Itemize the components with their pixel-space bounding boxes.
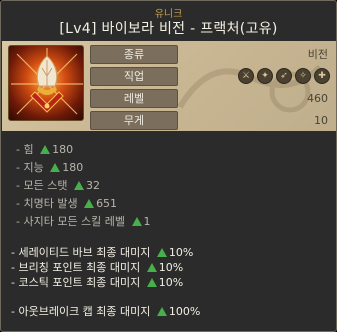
info-row-type: 종류 비전: [90, 45, 336, 64]
bonus-line: - 브리칭 포인트 최종 대미지 10%: [11, 260, 331, 275]
bonus-value: 10%: [168, 246, 194, 259]
increase-icon: [73, 181, 84, 190]
increase-icon: [146, 263, 157, 272]
info-row-job: 직업 ⚔ ✦ ➶ ✧ ✚: [90, 67, 336, 86]
stat-value: 1: [143, 215, 151, 228]
increase-icon: [50, 163, 61, 172]
stat-value: 180: [62, 161, 84, 174]
stat-line: - 힘 180: [16, 141, 326, 159]
stat-label: - 치명타 발생: [16, 197, 78, 210]
stat-value: 180: [52, 143, 74, 156]
info-label: 레벨: [90, 89, 178, 108]
bonus-label: - 브리칭 포인트 최종 대미지: [11, 261, 141, 274]
bonus-value: 100%: [168, 305, 201, 318]
info-row-weight: 무게 10: [90, 111, 336, 130]
stat-label: - 모든 스탯: [16, 179, 68, 192]
item-image: [8, 45, 84, 121]
mage-icon: ✦: [257, 68, 273, 84]
info-value: 10: [314, 114, 328, 127]
bonus-line: - 세레이티드 바브 최종 대미지 10%: [11, 245, 331, 260]
stat-label: - 지능: [16, 161, 44, 174]
increase-icon: [40, 145, 51, 154]
info-row-level: 레벨 460: [90, 89, 336, 108]
bonus-label: - 아웃브레이크 캡 최종 대미지: [11, 305, 151, 318]
bonus-line: - 코스틱 포인트 최종 대미지 10%: [11, 275, 331, 290]
archer-icon: ➶: [276, 68, 292, 84]
class-icons: ⚔ ✦ ➶ ✧ ✚: [238, 68, 330, 84]
stat-line: - 모든 스탯 32: [16, 177, 326, 195]
bonus-line: - 아웃브레이크 캡 최종 대미지 100%: [11, 304, 331, 319]
stat-label: - 힘: [16, 143, 34, 156]
stat-line: - 사지타 모든 스킬 레벨 1: [16, 213, 326, 231]
bonus-label: - 세레이티드 바브 최종 대미지: [11, 246, 151, 259]
item-tooltip: 유니크 [Lv4] 바이보라 비전 - 프랙처(고유) 종류 비전 직업 ⚔ ✦…: [0, 0, 337, 332]
stat-list: - 힘 180 - 지능 180 - 모든 스탯 32 - 치명타 발생 651…: [16, 141, 326, 231]
info-value: 비전: [307, 48, 328, 61]
increase-icon: [131, 217, 142, 226]
stat-value: 651: [96, 197, 118, 210]
thief-icon: ✧: [295, 68, 311, 84]
stat-line: - 지능 180: [16, 159, 326, 177]
warrior-icon: ⚔: [238, 68, 254, 84]
info-label: 무게: [90, 111, 178, 130]
bonus-value: 10%: [158, 261, 184, 274]
stat-value: 32: [85, 179, 100, 192]
info-value: 460: [307, 92, 328, 105]
pirate-icon: ✚: [314, 68, 330, 84]
increase-icon: [146, 278, 157, 287]
bonus-value: 10%: [158, 276, 184, 289]
increase-icon: [156, 248, 167, 257]
bonus-label: - 코스틱 포인트 최종 대미지: [11, 276, 141, 289]
skill-bonus-list: - 세레이티드 바브 최종 대미지 10% - 브리칭 포인트 최종 대미지 1…: [11, 245, 331, 319]
increase-icon: [84, 199, 95, 208]
item-title: [Lv4] 바이보라 비전 - 프랙처(고유): [59, 21, 278, 37]
stat-line: - 치명타 발생 651: [16, 195, 326, 213]
increase-icon: [156, 307, 167, 316]
info-label: 종류: [90, 45, 178, 64]
stat-label: - 사지타 모든 스킬 레벨: [16, 215, 126, 228]
info-label: 직업: [90, 67, 178, 86]
